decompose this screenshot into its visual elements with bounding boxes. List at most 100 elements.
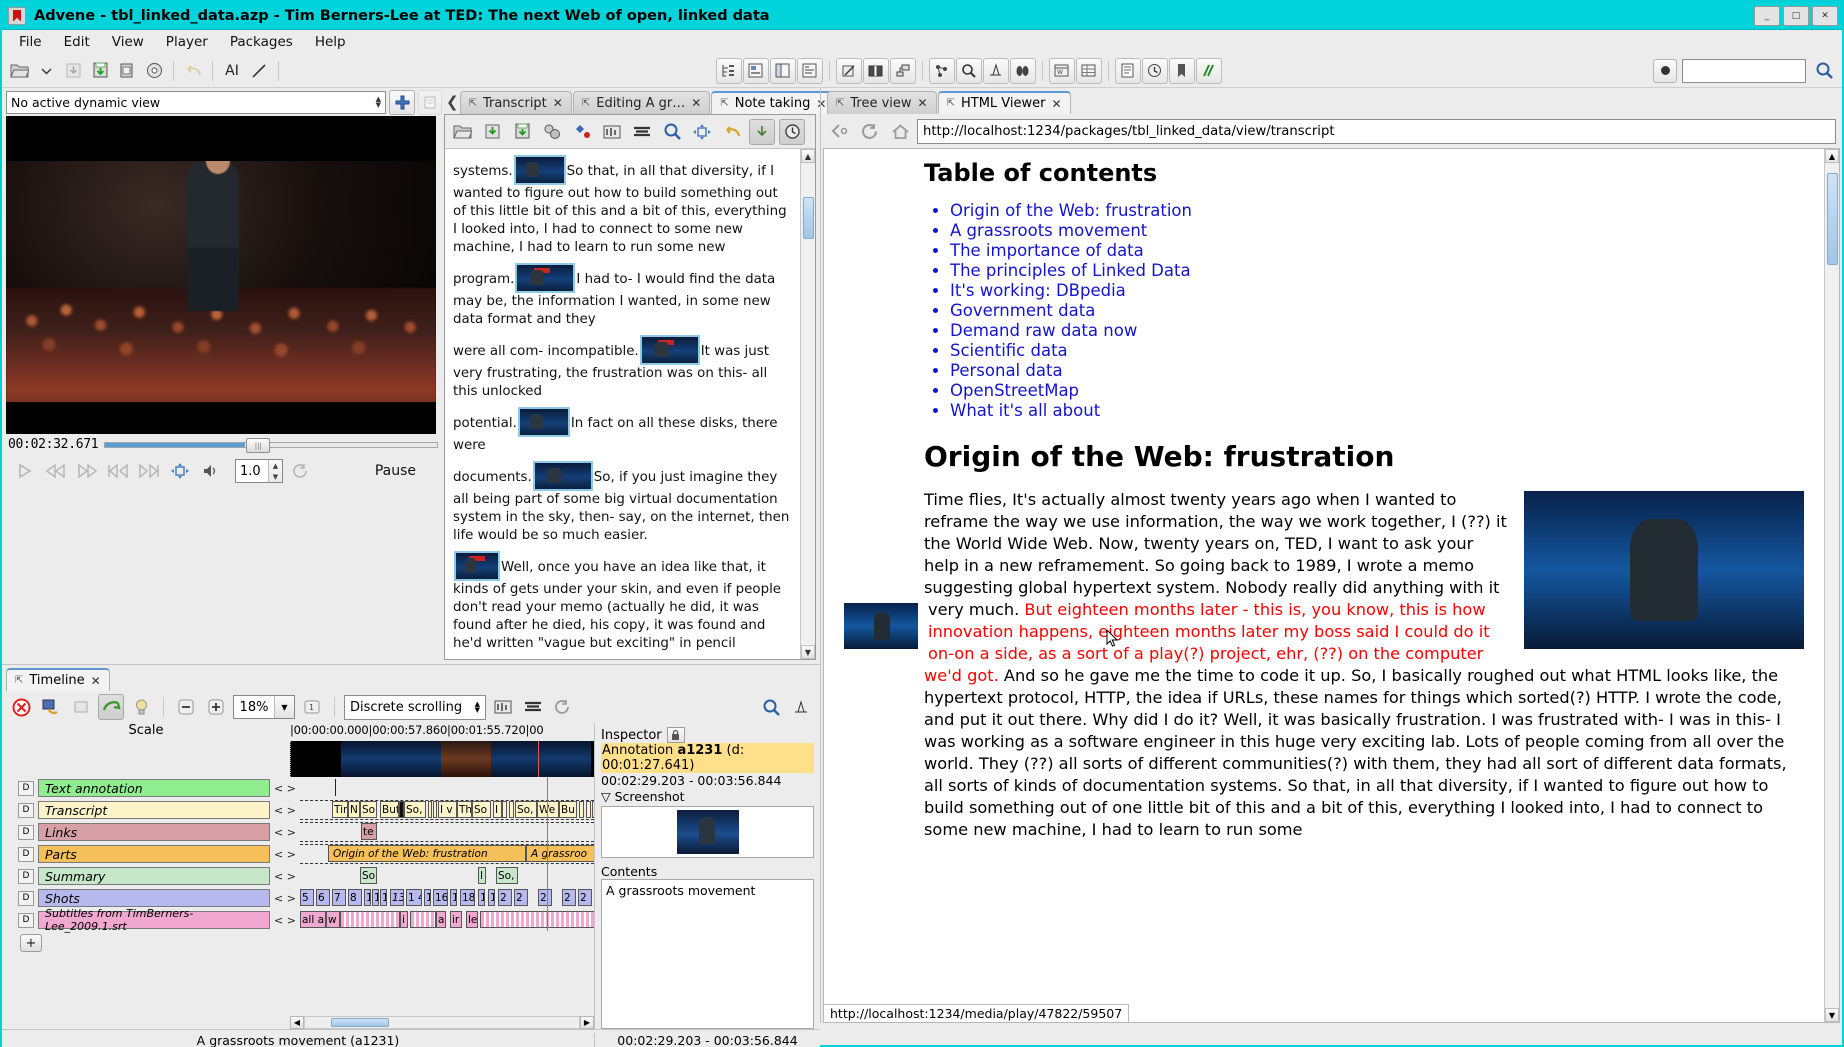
hint-bulb-icon[interactable] — [128, 694, 154, 720]
search-view-icon[interactable] — [955, 57, 982, 84]
toc-item[interactable]: It's working: DBpedia — [950, 281, 1804, 300]
track-nav-arrows[interactable]: < > — [270, 870, 300, 883]
toc-link[interactable]: The importance of data — [950, 241, 1144, 260]
track-label[interactable]: Subtitles from TimBerners-Lee_2009.1.srt — [38, 907, 270, 933]
browser-view-icon[interactable] — [769, 57, 796, 84]
track-row-links[interactable]: D Links < > te — [2, 821, 594, 843]
save-package-icon[interactable] — [60, 58, 86, 84]
toc-item[interactable]: Scientific data — [950, 341, 1804, 360]
html-viewer[interactable]: Table of contents Origin of the Web: fru… — [823, 148, 1840, 1023]
close-icon[interactable]: ✕ — [691, 96, 701, 110]
fit-to-window-icon[interactable]: 1 — [299, 694, 325, 720]
menu-file[interactable]: File — [8, 32, 53, 52]
menu-edit[interactable]: Edit — [53, 32, 101, 52]
export-note-icon[interactable] — [509, 119, 535, 145]
scroll-mode-select[interactable]: Discrete scrolling ▲ ▼ — [344, 694, 486, 720]
track-lane[interactable]: So I So, — [300, 865, 594, 887]
montage-icon[interactable] — [889, 57, 916, 84]
scroll-thumb[interactable] — [802, 197, 814, 239]
tab-tree-view[interactable]: ⇱ Tree view ✕ — [827, 91, 937, 114]
close-icon[interactable]: ✕ — [1052, 97, 1062, 111]
toc-link[interactable]: A grassroots movement — [950, 221, 1147, 240]
track-row-summary[interactable]: D Summary < > So I So, — [2, 865, 594, 887]
timeline-compare-icon[interactable] — [788, 694, 814, 720]
seek-slider[interactable]: ||| — [104, 438, 438, 453]
track-dropdown-icon[interactable]: D — [18, 846, 34, 862]
annotation-type-icon[interactable] — [38, 694, 64, 720]
minimize-button[interactable]: _ — [1754, 5, 1780, 26]
toc-link[interactable]: Demand raw data now — [950, 321, 1137, 340]
open-package-icon[interactable] — [6, 58, 32, 84]
play-button[interactable] — [12, 460, 38, 482]
screenshot-disclosure[interactable]: ▽ Screenshot — [601, 789, 814, 804]
reload-icon[interactable] — [857, 118, 883, 144]
track-row-shots[interactable]: D Shots < > 5 6 7 8 1 1 16 18 2 2 2 2 2 — [2, 887, 594, 909]
move-icon[interactable] — [689, 119, 715, 145]
html-document[interactable]: Table of contents Origin of the Web: fru… — [824, 149, 1824, 1022]
contents-box[interactable]: A grassroots movement — [601, 879, 814, 1029]
article-screenshot[interactable] — [1524, 491, 1804, 649]
toc-item[interactable]: Demand raw data now — [950, 321, 1804, 340]
undo-icon[interactable] — [180, 58, 206, 84]
toc-link[interactable]: OpenStreetMap — [950, 381, 1079, 400]
adhoc-view-icon[interactable]: AI — [219, 58, 245, 84]
scroll-down-icon[interactable]: ▼ — [801, 645, 815, 659]
notes-icon[interactable] — [1114, 57, 1141, 84]
back-icon[interactable] — [827, 118, 853, 144]
fullscreen-button[interactable] — [167, 460, 193, 482]
bookmark-icon[interactable] — [1168, 57, 1195, 84]
save-as-icon[interactable] — [87, 58, 113, 84]
scroll-up-icon[interactable]: ▲ — [1825, 149, 1839, 163]
next-button[interactable] — [136, 460, 162, 482]
tree-view-icon[interactable] — [715, 57, 742, 84]
detach-icon[interactable]: ⇱ — [469, 98, 477, 109]
track-lane[interactable]: all and w i a ir le — [300, 909, 594, 931]
track-label[interactable]: Links — [38, 823, 270, 841]
scroll-right-icon[interactable]: ▶ — [580, 1015, 594, 1029]
home-icon[interactable] — [887, 118, 913, 144]
track-nav-arrows[interactable]: < > — [270, 914, 300, 927]
note-text-body[interactable]: systems. So that, in all that diversity, … — [445, 149, 800, 659]
book-view-icon[interactable] — [862, 57, 889, 84]
annotation-parts-1[interactable]: Origin of the Web: frustration — [328, 845, 526, 862]
menu-help[interactable]: Help — [304, 32, 357, 52]
toc-item[interactable]: Government data — [950, 301, 1804, 320]
scroll-down-icon[interactable]: ▼ — [1825, 1008, 1839, 1022]
detach-icon[interactable]: ⇱ — [836, 98, 844, 109]
track-dropdown-icon[interactable]: D — [18, 868, 34, 884]
undo-note-icon[interactable] — [719, 119, 745, 145]
toc-item[interactable]: OpenStreetMap — [950, 381, 1804, 400]
scroll-sync-icon[interactable] — [749, 118, 775, 145]
save-note-icon[interactable] — [479, 119, 505, 145]
forward-button[interactable] — [74, 460, 100, 482]
scroll-up-icon[interactable]: ▲ — [801, 149, 815, 163]
toc-link[interactable]: The principles of Linked Data — [950, 261, 1191, 280]
graph-icon[interactable] — [928, 57, 955, 84]
track-nav-arrows[interactable]: < > — [270, 782, 300, 795]
track-nav-arrows[interactable]: < > — [270, 848, 300, 861]
scroll-thumb[interactable] — [1826, 173, 1838, 265]
menu-view[interactable]: View — [101, 32, 155, 52]
previous-button[interactable] — [105, 460, 131, 482]
track-label[interactable]: Shots — [38, 889, 270, 907]
dynamic-view-select[interactable]: No active dynamic view ▲ ▼ — [6, 90, 386, 114]
delete-icon[interactable] — [8, 694, 34, 720]
timestamp-icon[interactable] — [599, 119, 625, 145]
lock-icon[interactable] — [666, 727, 685, 743]
activity-icon[interactable] — [1195, 57, 1222, 84]
detach-icon[interactable]: ⇱ — [15, 675, 23, 686]
pencil-icon[interactable] — [246, 58, 272, 84]
select-box-icon[interactable] — [68, 694, 94, 720]
screenshot-thumbnail[interactable] — [517, 407, 570, 437]
track-row-transcript[interactable]: D Transcript < > Tir N So But So, I v Th… — [2, 799, 594, 821]
track-lane[interactable]: 5 6 7 8 1 1 1 13 1 4 1 — [300, 887, 594, 909]
open-note-icon[interactable] — [449, 119, 475, 145]
toc-link[interactable]: Origin of the Web: frustration — [950, 201, 1192, 220]
track-nav-arrows[interactable]: < > — [270, 826, 300, 839]
open-dropdown-icon[interactable] — [33, 58, 59, 84]
track-dropdown-icon[interactable]: D — [18, 890, 34, 906]
history-icon[interactable] — [1141, 57, 1168, 84]
screenshot-thumbnail[interactable] — [532, 461, 593, 491]
timeline-search-icon[interactable] — [758, 694, 784, 720]
convert-icon[interactable] — [539, 119, 565, 145]
